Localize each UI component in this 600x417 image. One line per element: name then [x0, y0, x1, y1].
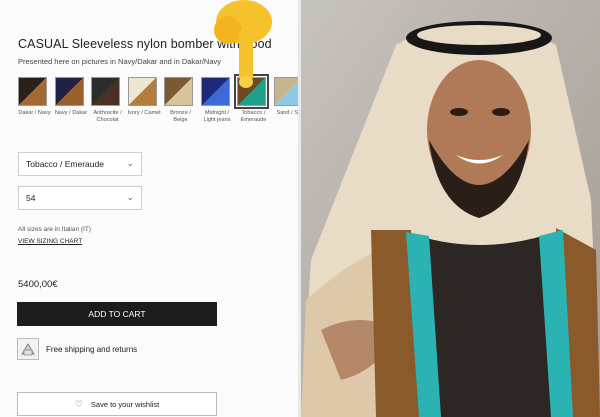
- color-swatch[interactable]: Navy / Dakar: [54, 77, 88, 117]
- swatch-label: Dakar / Navy: [18, 110, 51, 116]
- color-swatch[interactable]: Anthracite / Chocolat: [91, 77, 124, 123]
- swatch-chip: [273, 77, 298, 106]
- swatch-chip: [18, 77, 47, 106]
- size-select-value: 54: [26, 193, 36, 203]
- swatch-label: Sand / Sky: [276, 110, 298, 116]
- swatch-chip: [91, 77, 120, 106]
- color-swatch[interactable]: Ivory / Camel: [127, 77, 161, 117]
- shipping-box-icon: [17, 338, 39, 360]
- pointing-finger-icon: [214, 0, 272, 88]
- swatch-chip: [54, 77, 84, 106]
- product-panel: CASUAL Sleeveless nylon bomber with hood…: [0, 0, 298, 417]
- swatch-chip: [164, 77, 193, 106]
- color-select[interactable]: Tobacco / Emeraude ⌄: [18, 152, 142, 176]
- size-select[interactable]: 54 ⌄: [18, 186, 142, 210]
- size-note: All sizes are in Italian (IT): [18, 226, 91, 233]
- shipping-info: Free shipping and returns: [46, 345, 138, 354]
- swatch-label: Anthracite / Chocolat: [93, 110, 122, 123]
- size-chart-link[interactable]: VIEW SIZING CHART: [18, 238, 82, 245]
- swatch-label: Midnight / Light jeans: [203, 110, 231, 123]
- color-swatch[interactable]: Dakar / Navy: [18, 77, 51, 117]
- product-price: 5400,00€: [18, 279, 58, 290]
- color-swatch[interactable]: Sand / Sky: [273, 77, 298, 117]
- wishlist-button[interactable]: ♡ Save to your wishlist: [17, 392, 217, 416]
- person-photo: [301, 0, 600, 417]
- swatch-label: Bronze / Beige: [170, 110, 191, 123]
- color-swatch[interactable]: Bronze / Beige: [164, 77, 197, 123]
- swatch-chip: [127, 77, 157, 106]
- heart-icon: ♡: [74, 399, 83, 409]
- swatch-label: Navy / Dakar: [54, 110, 88, 116]
- chevron-down-icon: ⌄: [126, 158, 134, 168]
- swatch-label: Ivory / Camel: [127, 110, 161, 116]
- add-to-cart-button[interactable]: ADD TO CART: [17, 302, 217, 326]
- chevron-down-icon: ⌄: [126, 192, 134, 202]
- wishlist-label: Save to your wishlist: [90, 400, 160, 409]
- color-select-value: Tobacco / Emeraude: [26, 159, 104, 169]
- swatch-label: Tobacco / Emeraude: [240, 110, 267, 123]
